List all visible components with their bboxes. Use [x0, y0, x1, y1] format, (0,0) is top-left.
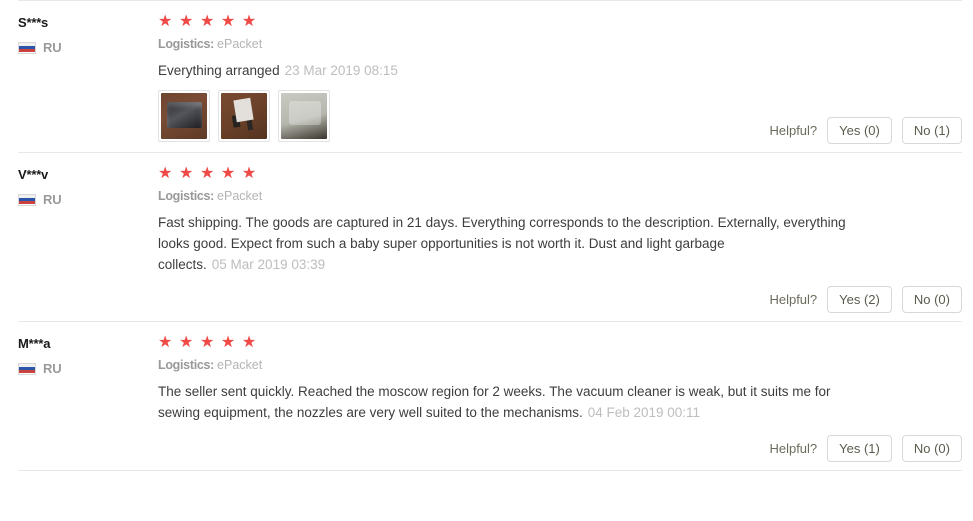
review-rating-stars: ★ ★ ★ ★ ★ — [158, 14, 962, 30]
star-icon: ★ — [178, 334, 194, 351]
review-rating-stars: ★ ★ ★ ★ ★ — [158, 166, 962, 182]
review-item: M***a RU ★ ★ ★ ★ ★ Logistics: ePacket The… — [0, 322, 973, 470]
review-logistics-value: ePacket — [217, 189, 263, 203]
star-icon: ★ — [199, 13, 215, 30]
helpful-yes-button[interactable]: Yes (2) — [827, 286, 892, 313]
star-icon: ★ — [241, 334, 257, 351]
star-icon: ★ — [158, 13, 173, 30]
review-date: 23 Mar 2019 08:15 — [284, 63, 398, 78]
review-author-name: V***v — [18, 167, 49, 182]
review-helpful-row: Helpful? Yes (1) No (0) — [769, 435, 962, 462]
star-icon: ★ — [241, 165, 257, 182]
review-logistics-value: ePacket — [217, 358, 263, 372]
star-icon: ★ — [241, 13, 257, 30]
review-author-country: RU — [18, 40, 140, 55]
review-date: 05 Mar 2019 03:39 — [211, 257, 326, 272]
review-country-code: RU — [43, 40, 62, 55]
review-text-content: The seller sent quickly. Reached the mos… — [158, 384, 831, 420]
review-item: V***v RU ★ ★ ★ ★ ★ Logistics: ePacket Fas… — [0, 153, 973, 321]
review-author-column: M***a RU — [18, 334, 140, 376]
star-icon: ★ — [220, 334, 236, 351]
star-icon: ★ — [220, 13, 236, 30]
helpful-yes-button[interactable]: Yes (1) — [827, 435, 892, 462]
review-logistics-label: Logistics: — [158, 189, 215, 203]
review-photo-product-box[interactable] — [158, 90, 210, 142]
review-rating-stars: ★ ★ ★ ★ ★ — [158, 335, 962, 351]
star-icon: ★ — [220, 165, 236, 182]
review-author-name: S***s — [18, 15, 49, 30]
review-divider-bottom — [18, 470, 962, 471]
review-author-country: RU — [18, 361, 140, 376]
review-helpful-row: Helpful? Yes (2) No (0) — [769, 286, 962, 313]
review-author-name: M***a — [18, 336, 51, 351]
review-item: S***s RU ★ ★ ★ ★ ★ Logistics: ePacket Eve… — [0, 1, 973, 152]
helpful-no-button[interactable]: No (0) — [901, 286, 962, 313]
review-text-content: Everything arranged — [158, 63, 280, 78]
review-photo-gray-bag[interactable] — [278, 90, 330, 142]
review-logistics-value: ePacket — [217, 37, 263, 51]
review-logistics-label: Logistics: — [158, 358, 215, 372]
helpful-no-button[interactable]: No (1) — [901, 117, 962, 144]
review-body-column: ★ ★ ★ ★ ★ Logistics: ePacket Fast shippin… — [140, 165, 962, 275]
review-photo-accessory-cable[interactable] — [218, 90, 270, 142]
helpful-label: Helpful? — [769, 292, 818, 307]
star-icon: ★ — [158, 334, 173, 351]
star-icon: ★ — [178, 165, 194, 182]
review-logistics: Logistics: ePacket — [158, 36, 962, 52]
review-body-column: ★ ★ ★ ★ ★ Logistics: ePacket The seller s… — [140, 334, 962, 423]
review-author-column: S***s RU — [18, 13, 140, 55]
star-icon: ★ — [178, 13, 194, 30]
review-date: 04 Feb 2019 00:11 — [587, 405, 701, 420]
star-icon: ★ — [199, 165, 215, 182]
review-text: Everything arranged 23 Mar 2019 08:15 — [158, 60, 848, 81]
star-icon: ★ — [199, 334, 215, 351]
review-logistics-label: Logistics: — [158, 37, 215, 51]
review-author-country: RU — [18, 192, 140, 207]
helpful-yes-button[interactable]: Yes (0) — [827, 117, 892, 144]
review-logistics: Logistics: ePacket — [158, 357, 962, 373]
helpful-no-button[interactable]: No (0) — [901, 435, 962, 462]
review-logistics: Logistics: ePacket — [158, 188, 962, 204]
ru-flag-icon — [18, 362, 36, 375]
review-helpful-row: Helpful? Yes (0) No (1) — [769, 117, 962, 144]
helpful-label: Helpful? — [769, 123, 818, 138]
ru-flag-icon — [18, 41, 36, 54]
review-country-code: RU — [43, 192, 62, 207]
review-author-column: V***v RU — [18, 165, 140, 207]
ru-flag-icon — [18, 193, 36, 206]
review-country-code: RU — [43, 361, 62, 376]
reviews-list: S***s RU ★ ★ ★ ★ ★ Logistics: ePacket Eve… — [0, 0, 973, 471]
review-text: The seller sent quickly. Reached the mos… — [158, 381, 848, 423]
review-text: Fast shipping. The goods are captured in… — [158, 212, 848, 275]
star-icon: ★ — [158, 165, 173, 182]
helpful-label: Helpful? — [769, 441, 818, 456]
